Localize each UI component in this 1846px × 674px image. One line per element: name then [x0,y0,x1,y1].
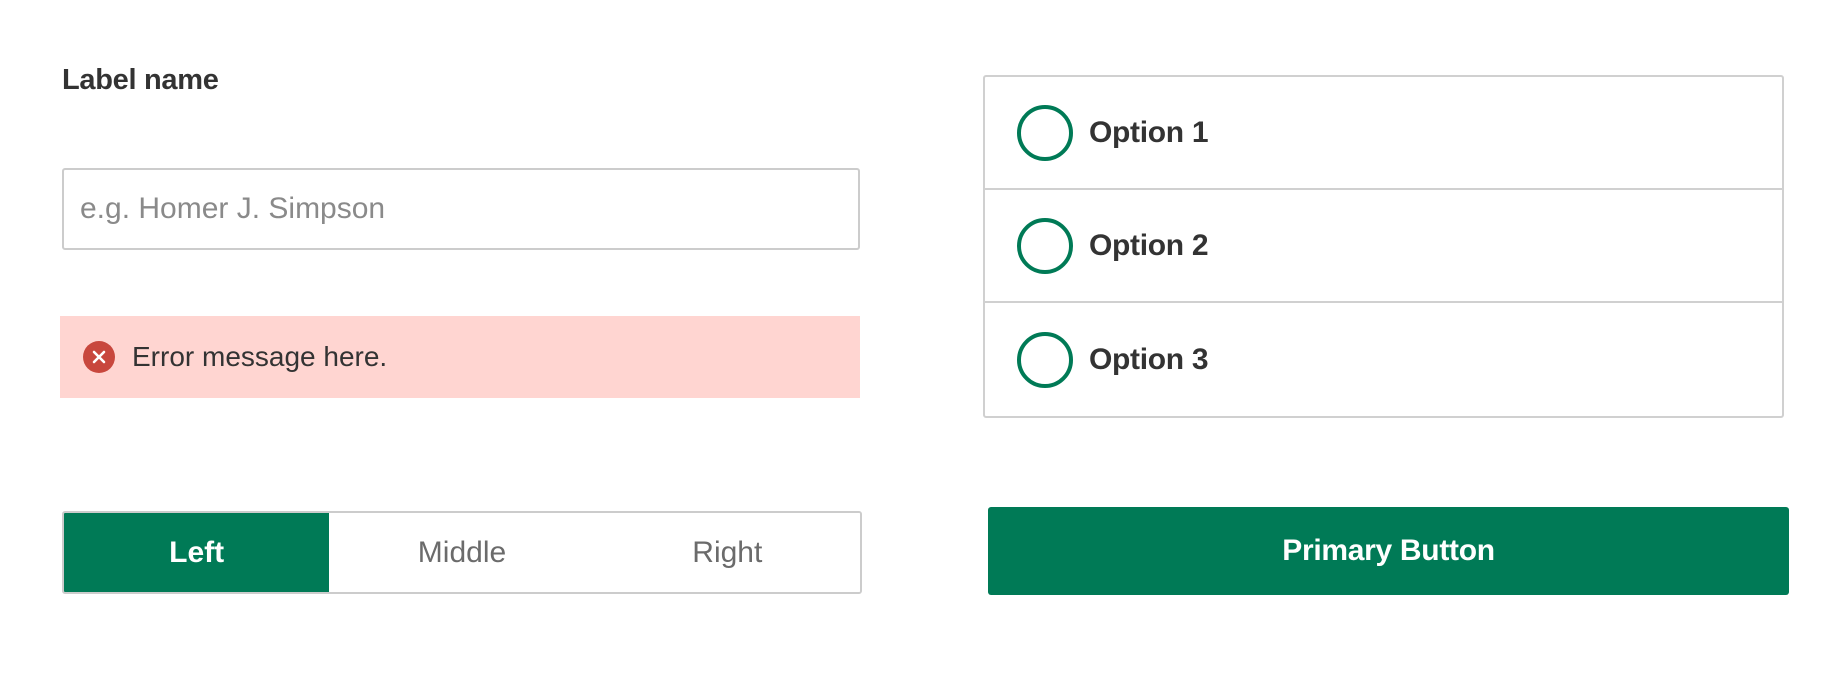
name-input[interactable] [62,168,860,250]
error-message-text: Error message here. [132,341,388,372]
radio-option-3[interactable]: Option 3 [985,303,1782,416]
radio-circle-icon[interactable] [1017,331,1073,388]
segment-right[interactable]: Right [594,513,860,592]
segment-left[interactable]: Left [64,513,330,592]
form-components-page: Label name Error message here. Left Midd… [0,0,1846,674]
radio-option-label: Option 3 [1089,342,1209,376]
field-label: Label name [62,64,219,96]
radio-option-label: Option 2 [1089,228,1209,262]
radio-option-2[interactable]: Option 2 [985,190,1782,303]
error-message-box: Error message here. [60,316,860,398]
radio-circle-icon[interactable] [1017,104,1073,161]
error-x-circle-icon [83,341,115,373]
segment-middle[interactable]: Middle [329,513,595,592]
radio-option-label: Option 1 [1089,115,1209,149]
radio-group: Option 1 Option 2 Option 3 [983,75,1784,418]
radio-circle-icon[interactable] [1017,217,1073,274]
primary-button[interactable]: Primary Button [988,507,1789,595]
segmented-control: Left Middle Right [62,511,862,594]
radio-option-1[interactable]: Option 1 [985,77,1782,190]
